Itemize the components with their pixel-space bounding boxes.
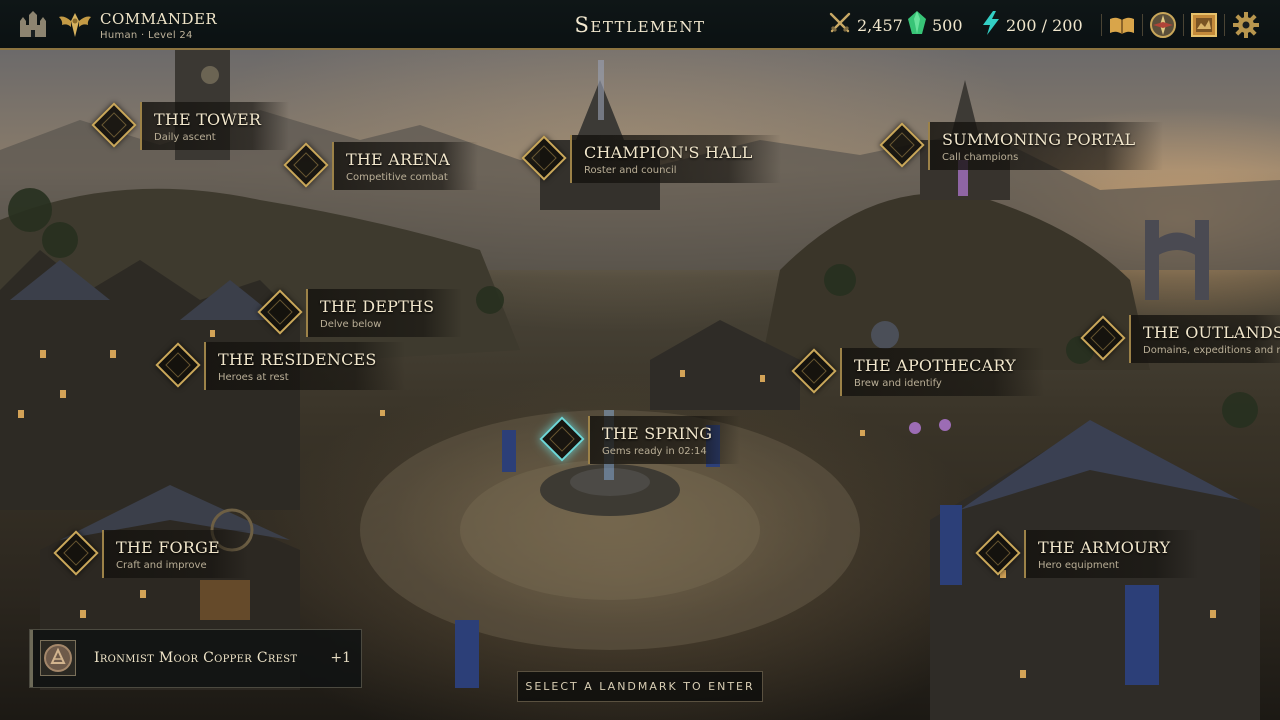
landmark-name: THE RESIDENCES bbox=[218, 350, 377, 369]
landmark-label: THE DEPTHS Delve below bbox=[306, 289, 463, 337]
top-bar: COMMANDER Human · Level 24 Settlement 2,… bbox=[0, 0, 1280, 50]
landmark-name: CHAMPION'S HALL bbox=[584, 143, 753, 162]
divider bbox=[1142, 14, 1143, 36]
landmark-name: THE ARENA bbox=[346, 150, 451, 169]
player-race-level: Human · Level 24 bbox=[100, 30, 193, 41]
landmark-name: SUMMONING PORTAL bbox=[942, 130, 1136, 149]
landmark-desc: Roster and council bbox=[584, 165, 677, 176]
landmark-label: THE OUTLANDS Domains, expeditions and mo… bbox=[1129, 315, 1280, 363]
landmark-desc: Competitive combat bbox=[346, 172, 448, 183]
divider bbox=[1224, 14, 1225, 36]
landmark-name: THE DEPTHS bbox=[320, 297, 435, 316]
landmark-label: THE RESIDENCES Heroes at rest bbox=[204, 342, 405, 390]
landmark-desc: Heroes at rest bbox=[218, 372, 289, 383]
energy-bolt-icon bbox=[980, 10, 1002, 40]
divider bbox=[1183, 14, 1184, 36]
landmark-label: THE APOTHECARY Brew and identify bbox=[840, 348, 1044, 396]
landmark-name: THE SPRING bbox=[602, 424, 713, 443]
landmark-desc: Hero equipment bbox=[1038, 560, 1119, 571]
open-book-icon[interactable] bbox=[1107, 10, 1137, 40]
landmark-name: THE ARMOURY bbox=[1038, 538, 1171, 557]
reward-notification[interactable]: Ironmist Moor Copper Crest +1 bbox=[29, 629, 362, 688]
winged-emblem-icon bbox=[58, 9, 92, 41]
compass-icon[interactable] bbox=[1148, 10, 1178, 40]
divider bbox=[1101, 14, 1102, 36]
resource-value: 500 bbox=[932, 15, 963, 35]
green-gem-icon bbox=[906, 10, 928, 40]
landmark-label: THE TOWER Daily ascent bbox=[140, 102, 290, 150]
landmark-label: THE ARMOURY Hero equipment bbox=[1024, 530, 1199, 578]
landmark-label: CHAMPION'S HALL Roster and council bbox=[570, 135, 781, 183]
landmark-name: THE FORGE bbox=[116, 538, 220, 557]
resource-swords: 2,457 bbox=[827, 11, 903, 39]
castle-icon[interactable] bbox=[18, 11, 48, 39]
landmark-name: THE TOWER bbox=[154, 110, 262, 129]
landmark-desc: Call champions bbox=[942, 152, 1019, 163]
gear-icon[interactable] bbox=[1231, 10, 1261, 40]
resource-gems: 500 bbox=[906, 11, 963, 39]
landmark-label: THE ARENA Competitive combat bbox=[332, 142, 479, 190]
landmark-desc: Domains, expeditions and mor bbox=[1143, 345, 1280, 356]
landmark-desc: Brew and identify bbox=[854, 378, 942, 389]
landmark-desc: Craft and improve bbox=[116, 560, 207, 571]
landmark-label: THE FORGE Craft and improve bbox=[102, 530, 248, 578]
landmark-desc: Daily ascent bbox=[154, 132, 216, 143]
reward-count: +1 bbox=[330, 650, 351, 666]
map-icon[interactable] bbox=[1189, 10, 1219, 40]
landmark-label: SUMMONING PORTAL Call champions bbox=[928, 122, 1164, 170]
landmark-desc: Gems ready in 02:14 bbox=[602, 446, 707, 457]
copper-crest-icon bbox=[40, 640, 76, 676]
landmark-label: THE SPRING Gems ready in 02:14 bbox=[588, 416, 741, 464]
reward-name: Ironmist Moor Copper Crest bbox=[94, 650, 298, 666]
player-name: COMMANDER bbox=[100, 10, 218, 28]
crossed-swords-icon bbox=[827, 10, 853, 40]
landmark-name: THE APOTHECARY bbox=[854, 356, 1016, 375]
landmark-desc: Delve below bbox=[320, 319, 382, 330]
resource-value: 2,457 bbox=[857, 15, 903, 35]
resource-energy: 200 / 200 bbox=[980, 11, 1083, 39]
resource-value: 200 / 200 bbox=[1006, 15, 1083, 35]
landmark-hint: SELECT A LANDMARK TO ENTER bbox=[517, 671, 763, 702]
landmark-name: THE OUTLANDS bbox=[1143, 323, 1280, 342]
